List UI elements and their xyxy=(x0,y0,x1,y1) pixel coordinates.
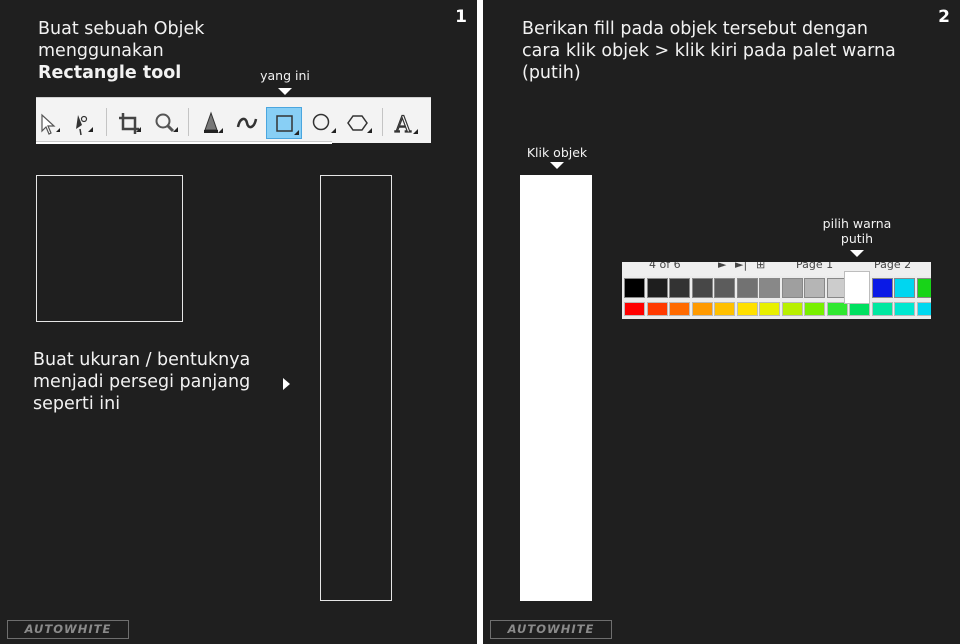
heading-line: (putih) xyxy=(522,63,581,83)
step-2-panel: 2 Berikan fill pada objek tersebut denga… xyxy=(483,0,960,644)
color-swatch[interactable] xyxy=(916,278,931,298)
palette-row-grays xyxy=(624,278,931,298)
step-number: 1 xyxy=(455,7,467,27)
heading-line: cara klik objek > klik kiri pada palet w… xyxy=(522,41,896,61)
rectangle-tool-icon[interactable] xyxy=(266,107,302,139)
square-object[interactable] xyxy=(36,175,183,322)
autowhite-logo: AUTOWHITE xyxy=(490,620,612,639)
pointer-arrow-icon xyxy=(278,88,292,95)
toolbar-separator xyxy=(382,108,383,136)
color-swatch[interactable] xyxy=(894,302,915,316)
zoom-tool-icon[interactable] xyxy=(148,107,184,139)
heading-line: Berikan fill pada objek tersebut dengan xyxy=(522,19,868,39)
color-swatch[interactable] xyxy=(871,302,893,316)
pointer-arrow-icon xyxy=(850,250,864,257)
page-count: 4 of 6 xyxy=(649,262,681,271)
color-swatch[interactable] xyxy=(804,302,825,316)
heading-line: Buat sebuah Objek xyxy=(38,19,205,39)
color-swatch[interactable] xyxy=(669,278,690,298)
color-swatch[interactable] xyxy=(646,278,668,298)
last-page-icon[interactable]: ►| xyxy=(735,262,747,271)
color-palette: 4 of 6 ► ►| ⊞ Page 1 Page 2 xyxy=(622,262,931,319)
toolbar-separator xyxy=(188,108,189,136)
pick-color-line: pilih warna xyxy=(822,216,892,231)
resize-line: menjadi persegi panjang xyxy=(33,372,251,392)
tab-page-2[interactable]: Page 2 xyxy=(874,262,911,271)
color-swatch[interactable] xyxy=(826,302,848,316)
arrow-right-icon xyxy=(283,378,290,390)
add-page-icon[interactable]: ⊞ xyxy=(756,262,765,271)
pointer-label: yang ini xyxy=(260,68,310,83)
color-swatch[interactable] xyxy=(916,302,931,316)
color-swatch[interactable] xyxy=(624,278,645,298)
text-tool-icon[interactable]: A xyxy=(388,107,424,139)
next-page-icon[interactable]: ► xyxy=(718,262,726,271)
polygon-tool-icon[interactable] xyxy=(342,107,378,139)
rectangle-object[interactable] xyxy=(320,175,392,601)
pointer-arrow-icon xyxy=(550,162,564,169)
color-swatch[interactable] xyxy=(714,302,735,316)
color-swatch[interactable] xyxy=(804,278,825,298)
curve-tool-icon[interactable] xyxy=(230,107,266,139)
toolbox-strip: A xyxy=(36,97,431,144)
heading-line: menggunakan xyxy=(38,41,164,61)
color-swatch[interactable] xyxy=(736,302,758,316)
step-1-heading: Buat sebuah Objek menggunakan Rectangle … xyxy=(38,18,204,84)
crop-tool-icon[interactable] xyxy=(112,107,148,139)
resize-instruction: Buat ukuran / bentuknya menjadi persegi … xyxy=(33,349,250,415)
shape-tool-icon[interactable] xyxy=(66,107,102,139)
pick-color-line: putih xyxy=(840,231,874,246)
ellipse-tool-icon[interactable] xyxy=(306,107,342,139)
color-swatch[interactable] xyxy=(759,278,780,298)
color-swatch[interactable] xyxy=(646,302,668,316)
text-tool-glyph: A xyxy=(394,113,412,138)
resize-line: Buat ukuran / bentuknya xyxy=(33,350,251,370)
color-swatch[interactable] xyxy=(849,302,870,316)
color-swatch[interactable] xyxy=(691,278,713,298)
autowhite-logo: AUTOWHITE xyxy=(7,620,129,639)
color-swatch[interactable] xyxy=(781,278,803,298)
color-swatch[interactable] xyxy=(624,302,645,316)
step-1-panel: 1 Buat sebuah Objek menggunakan Rectangl… xyxy=(0,0,477,644)
step-number: 2 xyxy=(938,7,950,27)
color-swatch[interactable] xyxy=(691,302,713,316)
color-swatch[interactable] xyxy=(669,302,690,316)
selected-white-swatch[interactable] xyxy=(844,271,870,304)
color-swatch[interactable] xyxy=(781,302,803,316)
color-swatch[interactable] xyxy=(714,278,735,298)
color-swatch[interactable] xyxy=(871,278,893,298)
resize-line: seperti ini xyxy=(33,394,121,414)
color-swatch[interactable] xyxy=(894,278,915,298)
color-swatch[interactable] xyxy=(736,278,758,298)
page-navigator: 4 of 6 ► ►| ⊞ Page 1 Page 2 xyxy=(622,262,931,276)
color-swatch[interactable] xyxy=(759,302,780,316)
step-2-heading: Berikan fill pada objek tersebut dengan … xyxy=(522,18,896,84)
click-object-label: Klik objek xyxy=(526,145,588,160)
tab-page-1[interactable]: Page 1 xyxy=(796,262,833,271)
heading-bold: Rectangle tool xyxy=(38,63,182,83)
toolbar-bottom-edge xyxy=(36,141,332,144)
toolbar-separator xyxy=(106,108,107,136)
pick-color-label: pilih warna putih xyxy=(816,216,898,246)
palette-row-colors xyxy=(624,302,931,316)
fill-tool-icon[interactable] xyxy=(194,107,230,139)
filled-rectangle-object[interactable] xyxy=(520,175,592,601)
